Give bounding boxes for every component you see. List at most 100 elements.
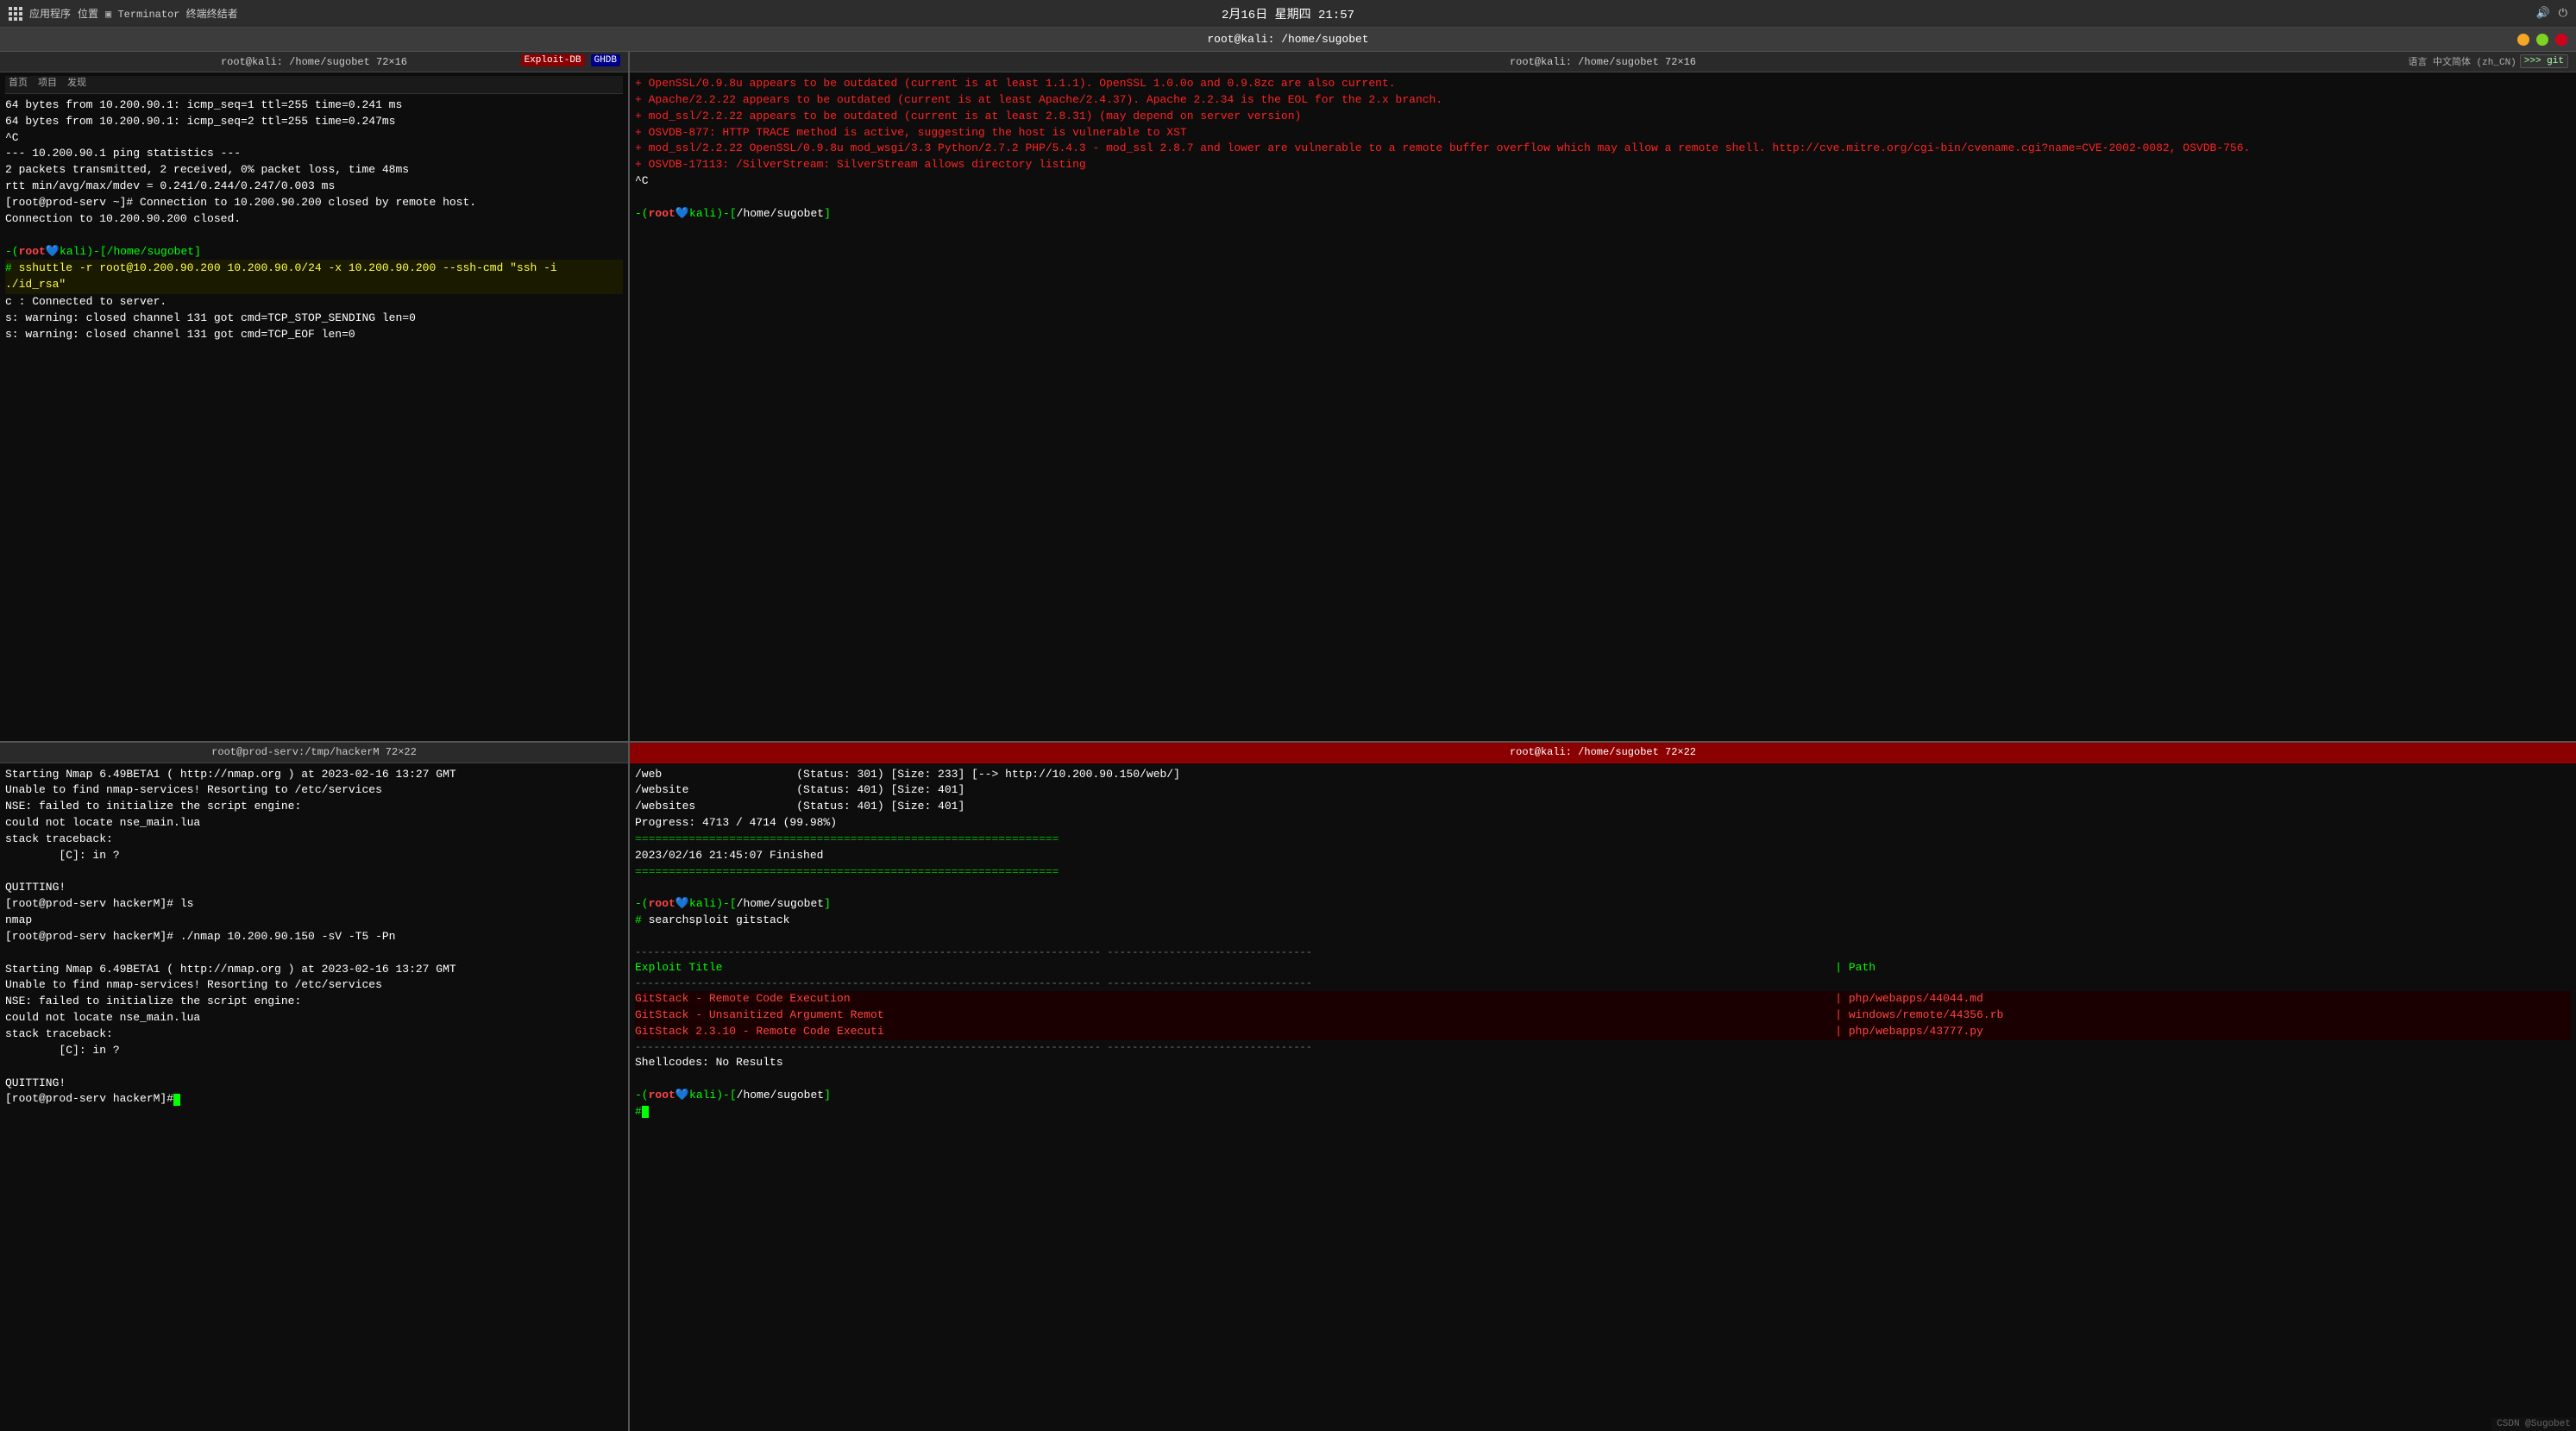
prompt-path-value: /home/sugobet	[107, 244, 194, 260]
terminal-line: 2 packets transmitted, 2 received, 0% pa…	[5, 162, 623, 179]
main-content: root@kali: /home/sugobet 72×16 Exploit-D…	[0, 52, 2576, 1431]
nav-home[interactable]: 首页	[9, 78, 28, 91]
terminal-line: 64 bytes from 10.200.90.1: icmp_seq=1 tt…	[5, 97, 623, 114]
terminal-line: Progress: 4713 / 4714 (99.98%)	[635, 815, 2571, 832]
col-exploit-title: Exploit Title	[635, 960, 1835, 976]
exploit-title-3: GitStack 2.3.10 - Remote Code Executi	[635, 1024, 1835, 1040]
final-prompt-path: /home/sugobet	[737, 1088, 824, 1104]
bottom-right-terminal: root@kali: /home/sugobet 72×22 /web (Sta…	[630, 743, 2576, 1431]
volume-icon[interactable]: 🔊	[2536, 7, 2550, 20]
searchsploit-header-line: ----------------------------------------…	[635, 945, 2571, 960]
terminal-line: [C]: in ?	[5, 1043, 623, 1059]
command-text: sshuttle -r root@10.200.90.200 10.200.90…	[5, 261, 557, 291]
bottom-right-terminal-body[interactable]: /web (Status: 301) [Size: 233] [--> http…	[630, 763, 2576, 1431]
final-cursor	[642, 1106, 649, 1118]
prompt-root2: root	[649, 206, 675, 223]
bottom-left-terminal: root@prod-serv:/tmp/hackerM 72×22 Starti…	[0, 743, 628, 1431]
terminal-line: could not locate nse_main.lua	[5, 815, 623, 832]
taskbar: 应用程序 位置 ▣ Terminator 终端终结者 2月16日 星期四 21:…	[0, 0, 2576, 28]
right-pane: root@kali: /home/sugobet 72×16 语言 中文简体 (…	[630, 52, 2576, 1431]
terminal-line: s: warning: closed channel 131 got cmd=T…	[5, 311, 623, 327]
power-icon[interactable]: ⏻	[2559, 7, 2567, 20]
terminal-line: + mod_ssl/2.2.22 appears to be outdated …	[635, 109, 2571, 125]
terminal-line: QUITTING!	[5, 1076, 623, 1092]
nav-item3[interactable]: 发现	[67, 78, 86, 91]
final-prompt-bracket-close: ]	[824, 1088, 831, 1104]
maximize-button[interactable]	[2536, 34, 2548, 46]
terminal-line: Connection to 10.200.90.200 closed.	[5, 211, 623, 228]
exploit-row-2: GitStack - Unsanitized Argument Remot | …	[635, 1007, 2571, 1024]
taskbar-right: 🔊 ⏻	[2536, 7, 2567, 20]
final-prompt-root: root	[649, 1088, 675, 1104]
left-pane: root@kali: /home/sugobet 72×16 Exploit-D…	[0, 52, 630, 1431]
terminal-inner-nav: 首页 项目 发现	[5, 76, 623, 94]
terminal-line: ^C	[5, 130, 623, 147]
nav-item2[interactable]: 项目	[38, 78, 57, 91]
top-right-terminal-body[interactable]: + OpenSSL/0.9.8u appears to be outdated …	[630, 72, 2576, 741]
final-prompt-kali: kali	[689, 1088, 716, 1104]
prompt-line: -(root💙kali)-[/home/sugobet]	[5, 244, 623, 260]
position-menu[interactable]: 位置	[78, 6, 98, 21]
prompt-kali2: kali	[689, 206, 716, 223]
exploit-path-3: | php/webapps/43777.py	[1835, 1024, 1983, 1040]
terminal-taskbar-item[interactable]: ▣ Terminator 终端终结者	[105, 6, 238, 21]
top-right-terminal-header: root@kali: /home/sugobet 72×16 语言 中文简体 (…	[630, 52, 2576, 72]
command-line: # sshuttle -r root@10.200.90.200 10.200.…	[5, 260, 623, 294]
prompt-open-bracket: -(	[5, 244, 19, 260]
terminal-line: stack traceback:	[5, 1026, 623, 1043]
exploit-title-2: GitStack - Unsanitized Argument Remot	[635, 1007, 1835, 1024]
final-cursor-line: #	[635, 1104, 2571, 1120]
searchsploit-divider2: ----------------------------------------…	[635, 976, 2571, 991]
col-path: | Path	[1835, 960, 1875, 976]
terminal-line: Starting Nmap 6.49BETA1 ( http://nmap.or…	[5, 962, 623, 978]
bottom-left-terminal-header: root@prod-serv:/tmp/hackerM 72×22	[0, 743, 628, 763]
terminal-line: + Apache/2.2.22 appears to be outdated (…	[635, 92, 2571, 109]
searchsploit-footer: ----------------------------------------…	[635, 1040, 2571, 1055]
terminal-line: /website (Status: 401) [Size: 401]	[635, 782, 2571, 799]
final-prompt-heart: 💙	[675, 1088, 689, 1104]
minimize-button[interactable]	[2517, 34, 2529, 46]
terminal-line: + OpenSSL/0.9.8u appears to be outdated …	[635, 76, 2571, 92]
terminal-separator2: ========================================…	[635, 864, 2571, 881]
top-left-terminal-body[interactable]: 首页 项目 发现 64 bytes from 10.200.90.1: icmp…	[0, 72, 628, 741]
shellcodes-line: Shellcodes: No Results	[635, 1055, 2571, 1071]
exploit-path-1: | php/webapps/44044.md	[1835, 991, 1983, 1007]
terminal-line-text: [root@prod-serv hackerM]#	[5, 1091, 173, 1108]
terminal-line: ^C	[635, 173, 2571, 190]
close-button[interactable]	[2555, 34, 2567, 46]
command-searchsploit: searchsploit gitstack	[649, 913, 790, 926]
ghdb-badge[interactable]: GHDB	[591, 54, 620, 66]
terminal-line: [root@prod-serv ~]# Connection to 10.200…	[5, 195, 623, 211]
terminal-line: c : Connected to server.	[5, 294, 623, 311]
apps-menu[interactable]: 应用程序	[29, 6, 71, 21]
lang-badge: 语言 中文简体 (zh_CN)	[2408, 54, 2516, 68]
prompt-root3: root	[649, 896, 675, 913]
bottom-right-terminal-header: root@kali: /home/sugobet 72×22	[630, 743, 2576, 763]
terminal-line: + OSVDB-17113: /SilverStream: SilverStre…	[635, 157, 2571, 173]
exploit-row-3: GitStack 2.3.10 - Remote Code Executi | …	[635, 1024, 2571, 1040]
bottom-left-terminal-body[interactable]: Starting Nmap 6.49BETA1 ( http://nmap.or…	[0, 763, 628, 1431]
prompt-path-close2: ]	[824, 206, 831, 223]
terminal-line: NSE: failed to initialize the script eng…	[5, 994, 623, 1010]
taskbar-datetime: 2月16日 星期四 21:57	[1222, 5, 1354, 22]
terminal-line: 2023/02/16 21:45:07 Finished	[635, 848, 2571, 864]
terminal-line: [root@prod-serv hackerM]#	[5, 1091, 623, 1108]
terminal-line: Unable to find nmap-services! Resorting …	[5, 977, 623, 994]
bottom-right-prompt: -(root💙kali)-[/home/sugobet]	[635, 896, 2571, 913]
final-prompt-close: )-[	[716, 1088, 736, 1104]
app-grid-icon[interactable]	[9, 7, 22, 21]
exploit-db-badge[interactable]: Exploit-DB	[521, 54, 585, 66]
prompt-close-bracket: )-[	[86, 244, 106, 260]
terminal-line: [C]: in ?	[5, 848, 623, 864]
prompt-path-value2: /home/sugobet	[737, 206, 824, 223]
prompt-kali: kali	[60, 244, 86, 260]
prompt-open-bracket2: -(	[635, 206, 649, 223]
prompt-close-bracket3: )-[	[716, 896, 736, 913]
terminal-line: Starting Nmap 6.49BETA1 ( http://nmap.or…	[5, 767, 623, 783]
final-hash: #	[635, 1104, 642, 1120]
git-badge[interactable]: >>> git	[2520, 54, 2568, 68]
window-controls[interactable]	[2517, 34, 2567, 46]
cursor	[173, 1094, 180, 1106]
terminal-line: 64 bytes from 10.200.90.1: icmp_seq=2 tt…	[5, 114, 623, 130]
terminal-line: + mod_ssl/2.2.22 OpenSSL/0.9.8u mod_wsgi…	[635, 141, 2571, 157]
